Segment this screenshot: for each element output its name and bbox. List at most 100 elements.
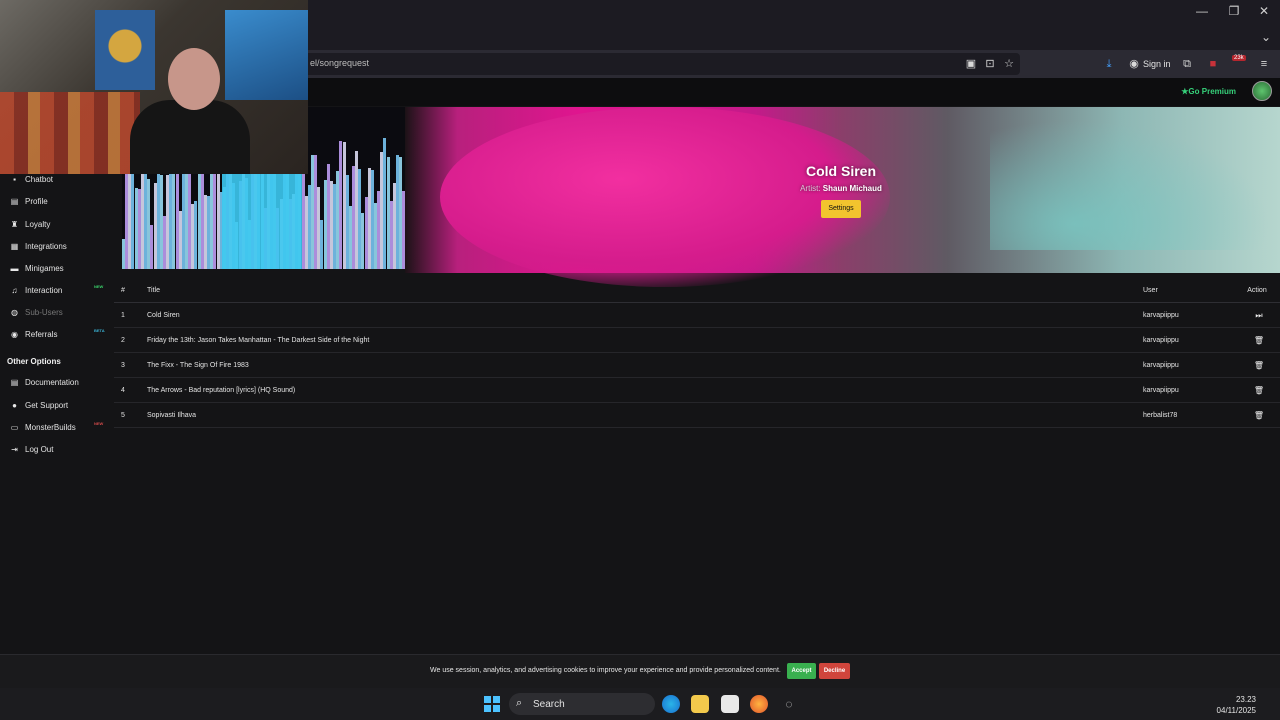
bookmark-star-icon[interactable]: ☆ — [1002, 57, 1016, 71]
sidebar-item-monsterbuilds[interactable]: ▭ MonsterBuilds — [10, 423, 76, 432]
address-bar-url[interactable]: el/songrequest — [310, 58, 369, 68]
sidebar-item-get-support[interactable]: ● Get Support — [10, 401, 68, 410]
other-options-heading: Other Options — [7, 357, 61, 366]
clock[interactable]: 23.23 04/11/2025 — [1217, 694, 1256, 716]
extensions-icon[interactable]: ⧉ — [1180, 57, 1194, 71]
download-icon[interactable]: ⤓ — [1102, 57, 1116, 71]
edge-icon[interactable] — [662, 695, 680, 713]
picture-icon[interactable]: ▣ — [964, 57, 978, 71]
table-row: 4 The Arrows - Bad reputation [lyrics] (… — [114, 378, 1280, 403]
sidebar-item-label: Sub-Users — [25, 308, 63, 317]
sidebar-item-interaction[interactable]: ♫ Interaction — [10, 286, 63, 295]
row-number: 1 — [121, 312, 125, 319]
chat-icon: ▪ — [13, 175, 16, 184]
delete-icon[interactable]: 🗑 — [1244, 361, 1274, 370]
sidebar-item-label: Minigames — [25, 264, 64, 273]
waveform-block — [222, 174, 302, 269]
sidebar-item-label: Log Out — [25, 445, 54, 454]
badge-new: NEW — [94, 421, 104, 426]
table-row: 1 Cold Siren karvapiippu ⏭ — [114, 303, 1280, 328]
delete-icon[interactable]: 🗑 — [1244, 386, 1274, 395]
avatar[interactable] — [1252, 81, 1272, 101]
row-title: Sopivasti Ilhava — [147, 412, 197, 419]
delete-icon[interactable]: 🗑 — [1244, 336, 1274, 345]
sidebar-item-chatbot[interactable]: ▪ Chatbot — [10, 175, 53, 184]
maximize-button[interactable]: ❐ — [1218, 2, 1250, 20]
file-explorer-icon[interactable] — [691, 695, 709, 713]
header-user: User — [1143, 287, 1158, 294]
now-playing-artist: Artist: Shaun Michaud — [741, 184, 941, 193]
row-user: karvapiippu — [1143, 362, 1179, 369]
search-icon: ⌕ — [516, 697, 523, 709]
row-user: karvapiippu — [1143, 387, 1179, 394]
referrals-icon: ◉ — [11, 330, 18, 339]
sign-in-link[interactable]: Sign in — [1143, 59, 1171, 69]
sidebar-item-label: MonsterBuilds — [25, 423, 76, 432]
document-icon: ▤ — [10, 378, 19, 387]
music-icon: ♫ — [11, 286, 18, 295]
skip-icon[interactable]: ⏭ — [1244, 311, 1274, 321]
sidebar-item-label: Chatbot — [25, 175, 54, 184]
sidebar-item-referrals[interactable]: ◉ Referrals — [10, 330, 57, 339]
firefox-icon[interactable] — [750, 695, 768, 713]
sidebar-item-log-out[interactable]: ⇥ Log Out — [10, 445, 53, 454]
address-bar[interactable] — [300, 53, 1020, 75]
table-row: 5 Sopivasti Ilhava herbalist78 🗑 — [114, 403, 1280, 428]
save-page-icon[interactable]: ⊡ — [983, 57, 997, 71]
row-user: karvapiippu — [1143, 312, 1179, 319]
site-header — [308, 78, 1280, 106]
profile-icon: ▤ — [10, 197, 19, 206]
row-title: Cold Siren — [147, 312, 180, 319]
sidebar-item-label: Documentation — [25, 378, 79, 387]
sun-tapestry — [95, 10, 155, 90]
taskbar-search-placeholder: Search — [533, 699, 565, 710]
waveform-bar — [402, 190, 405, 269]
menu-icon[interactable]: ≡ — [1257, 57, 1271, 71]
webcam-overlay — [0, 0, 308, 174]
row-number: 2 — [121, 337, 125, 344]
logout-icon: ⇥ — [11, 445, 18, 454]
clock-date: 04/11/2025 — [1216, 706, 1256, 715]
close-button[interactable]: ✕ — [1248, 2, 1280, 20]
header-action: Action — [1247, 287, 1267, 294]
go-premium-link[interactable]: ★Go Premium — [1181, 87, 1236, 96]
extension-red-icon[interactable]: ■ — [1206, 57, 1220, 71]
header-num: # — [121, 287, 125, 294]
extension-badge[interactable]: 23k — [1232, 55, 1246, 61]
taskbar-search[interactable] — [509, 693, 655, 715]
delete-icon[interactable]: 🗑 — [1244, 411, 1274, 420]
sidebar-item-label: Get Support — [25, 401, 69, 410]
sidebar-item-loyalty[interactable]: ♜ Loyalty — [10, 220, 50, 229]
badge-new: NEW — [94, 284, 104, 289]
users-icon: ◍ — [11, 308, 18, 317]
table-row: 2 Friday the 13th: Jason Takes Manhattan… — [114, 328, 1280, 353]
decline-cookies-button[interactable]: Decline — [819, 663, 850, 679]
app-icon[interactable]: ◌ — [780, 695, 798, 713]
sidebar-item-profile[interactable]: ▤ Profile — [10, 197, 48, 206]
accept-cookies-button[interactable]: Accept — [787, 663, 816, 679]
sidebar-item-label: Integrations — [25, 242, 67, 251]
sidebar-item-integrations[interactable]: ▦ Integrations — [10, 242, 67, 251]
support-icon: ● — [12, 401, 17, 410]
person-body — [130, 100, 250, 174]
sidebar-item-sub-users[interactable]: ◍ Sub-Users — [10, 308, 63, 317]
table-row: 3 The Fixx - The Sign Of Fire 1983 karva… — [114, 353, 1280, 378]
banner-art-blob — [440, 107, 890, 287]
row-title: The Arrows - Bad reputation [lyrics] (HQ… — [147, 387, 296, 394]
sidebar-item-label: Loyalty — [25, 220, 51, 229]
minimize-button[interactable]: — — [1186, 2, 1218, 20]
account-icon[interactable]: ◉ — [1127, 57, 1141, 71]
header-title: Title — [147, 287, 160, 294]
windows-start-icon[interactable] — [484, 696, 500, 712]
store-icon[interactable] — [721, 695, 739, 713]
sidebar-item-documentation[interactable]: ▤ Documentation — [10, 378, 79, 387]
sidebar-item-minigames[interactable]: ▬ Minigames — [10, 264, 64, 273]
now-playing-title: Cold Siren — [805, 163, 876, 179]
settings-button[interactable]: Settings — [821, 200, 861, 218]
integrations-icon: ▦ — [10, 242, 19, 251]
laptop-icon: ▭ — [10, 423, 19, 432]
tab-list-chevron-icon[interactable]: ⌄ — [1250, 28, 1280, 46]
banner-art-blob-2 — [990, 120, 1270, 250]
row-number: 4 — [121, 387, 125, 394]
row-user: herbalist78 — [1143, 412, 1178, 419]
